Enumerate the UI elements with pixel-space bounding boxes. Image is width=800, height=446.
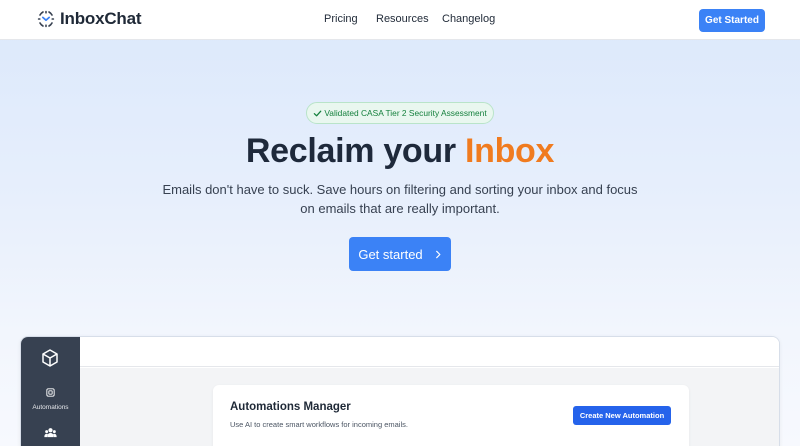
chip-icon[interactable] <box>45 387 56 398</box>
app-topbar <box>80 337 779 367</box>
nav-link-pricing[interactable]: Pricing <box>324 13 358 25</box>
brand-logo[interactable]: InboxChat <box>36 9 142 29</box>
app-content: Automations Manager Use AI to create sma… <box>80 368 779 446</box>
top-navbar: InboxChat Pricing Resources Changelog Ge… <box>0 0 800 40</box>
hero-subtitle: Emails don't have to suck. Save hours on… <box>162 182 638 216</box>
hero-title-main: Reclaim your <box>245 132 465 170</box>
app-sidebar: Automations <box>21 337 80 446</box>
card-title: Automations Manager <box>230 401 351 413</box>
brand-name: InboxChat <box>60 9 142 28</box>
cube-icon[interactable] <box>40 348 60 368</box>
check-icon <box>314 110 322 116</box>
sidebar-item-automations[interactable]: Automations <box>21 404 80 411</box>
badge-text: Validated CASA Tier 2 Security Assessmen… <box>324 108 487 118</box>
logo-icon <box>37 10 55 28</box>
get-started-header-button[interactable]: Get Started <box>699 9 765 32</box>
nav-link-changelog[interactable]: Changelog <box>442 13 495 25</box>
nav-link-resources[interactable]: Resources <box>376 13 429 25</box>
app-preview: Automations Automations Manager Use AI t… <box>20 336 780 446</box>
chevron-right-icon <box>435 250 441 258</box>
automations-manager-card: Automations Manager Use AI to create sma… <box>213 385 689 446</box>
create-new-automation-button[interactable]: Create New Automation <box>573 406 671 425</box>
get-started-hero-label: Get started <box>358 246 423 262</box>
hero-title-accent: Inbox <box>464 132 555 170</box>
security-badge: Validated CASA Tier 2 Security Assessmen… <box>306 102 494 124</box>
card-description: Use AI to create smart workflows for inc… <box>230 420 408 429</box>
get-started-hero-button[interactable]: Get started <box>349 237 451 271</box>
users-icon[interactable] <box>44 427 57 438</box>
hero-title: Reclaim your Inbox <box>0 132 800 171</box>
